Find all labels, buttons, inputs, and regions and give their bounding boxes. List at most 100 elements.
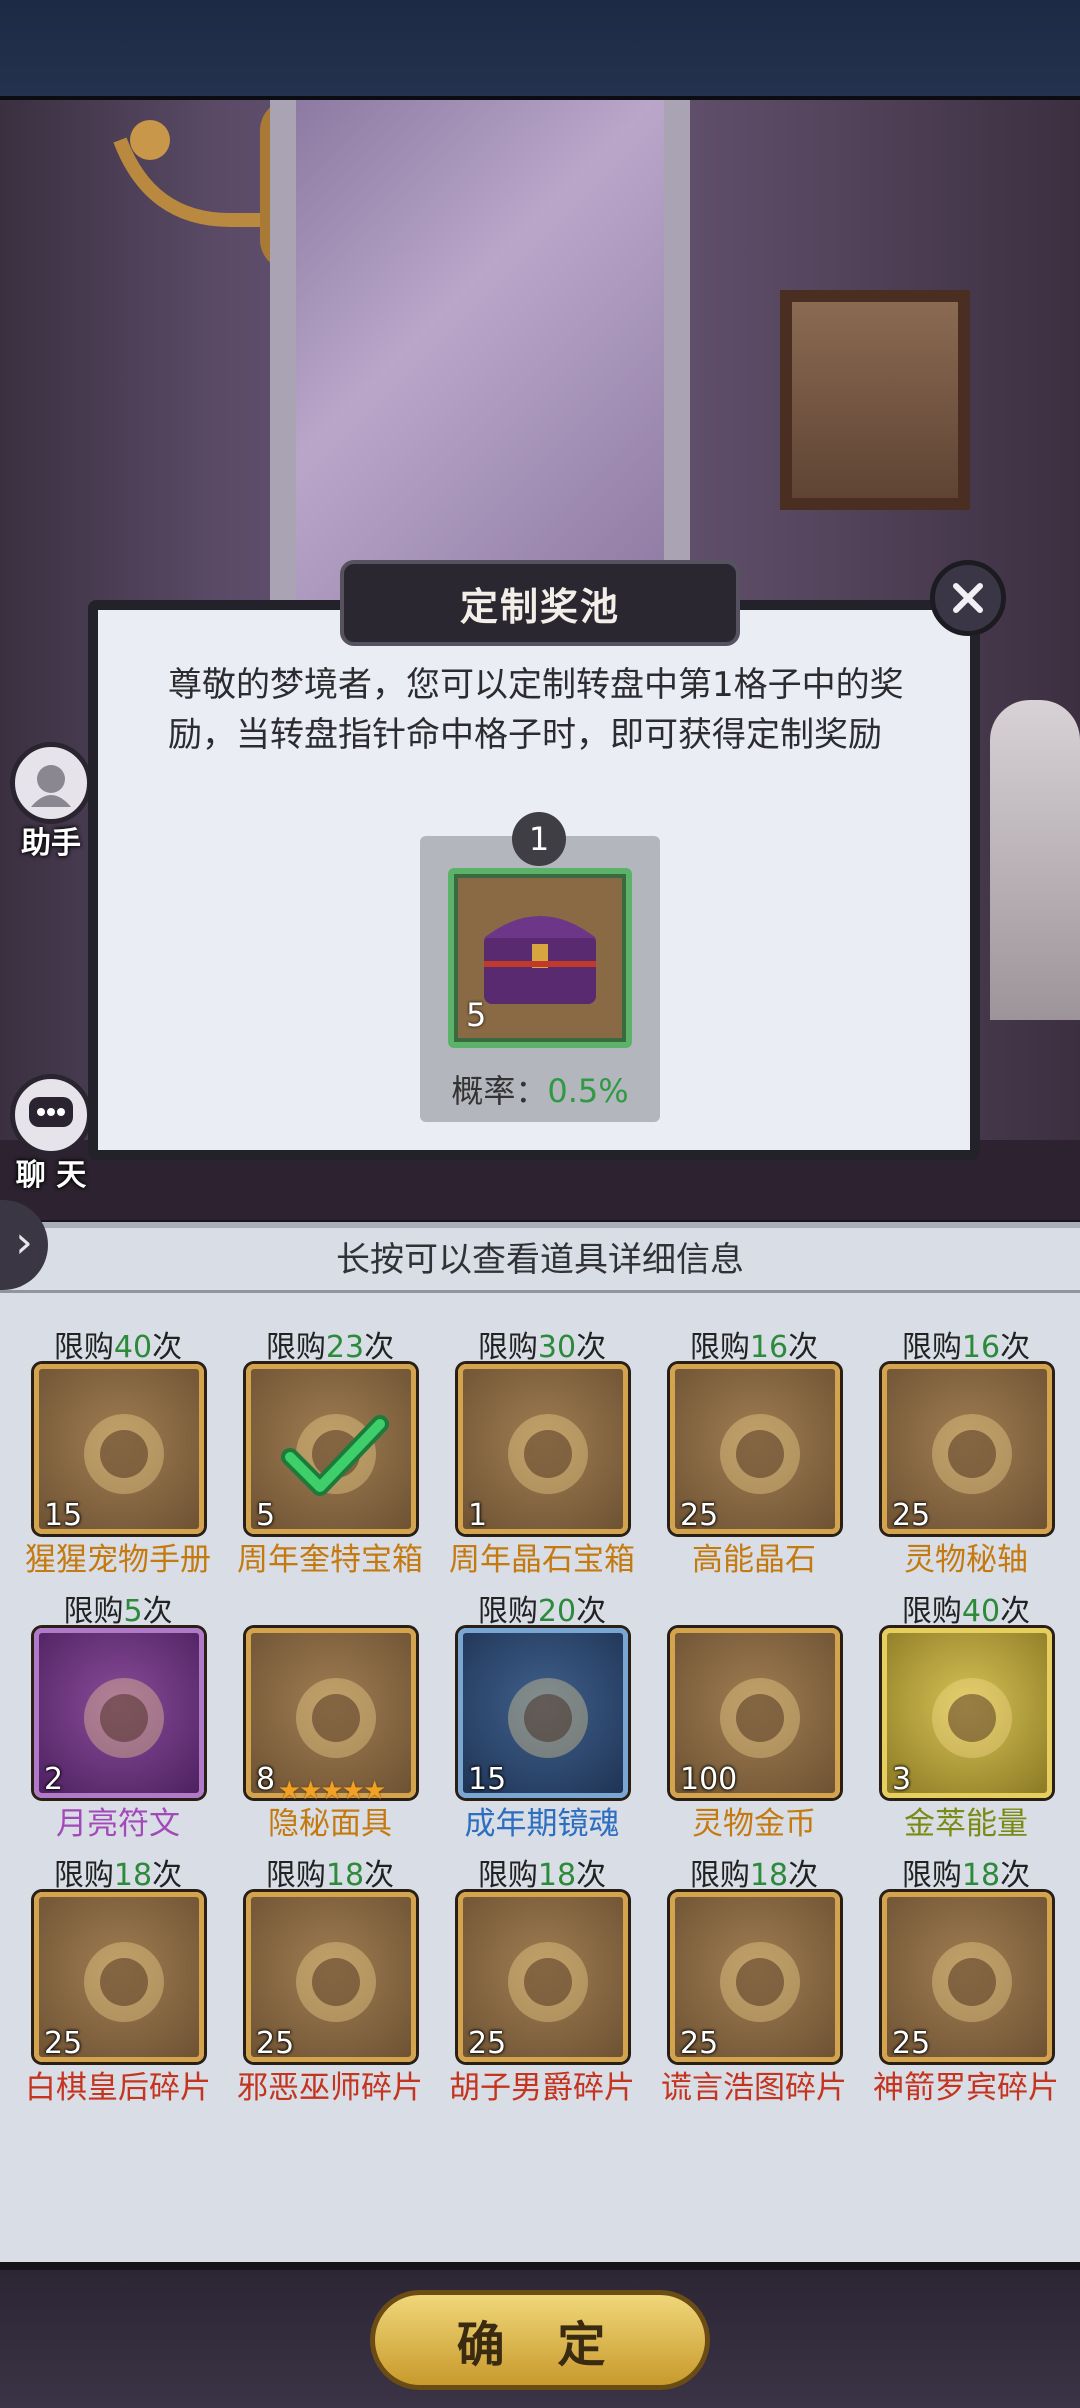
purchase-limit: 限购18次 — [876, 1850, 1056, 1894]
slot-item-count: 5 — [466, 996, 487, 1034]
item-artwork — [932, 1414, 1012, 1494]
limit-prefix: 限购 — [901, 1330, 962, 1365]
limit-number: 5 — [123, 1594, 143, 1629]
item-name: 神箭罗宾碎片 — [873, 2070, 1059, 2106]
purchase-limit: 限购20次 — [452, 1586, 632, 1630]
item-name: 周年晶石宝箱 — [449, 1542, 635, 1578]
item-count: 15 — [44, 1498, 83, 1533]
item-name: 隐秘面具 — [268, 1806, 392, 1842]
purchase-limit: 限购40次 — [876, 1586, 1056, 1630]
purchase-limit: 限购40次 — [28, 1322, 208, 1366]
item-artwork — [84, 1942, 164, 2022]
item-count: 2 — [44, 1762, 64, 1797]
limit-prefix: 限购 — [53, 1858, 114, 1893]
item-artwork — [508, 1942, 588, 2022]
limit-prefix: 限购 — [265, 1330, 326, 1365]
limit-number: 18 — [537, 1858, 577, 1893]
item-count: 25 — [468, 2026, 507, 2061]
limit-suffix: 次 — [364, 1330, 395, 1365]
item-count: 8 — [256, 1762, 276, 1797]
item-artwork — [84, 1678, 164, 1758]
limit-prefix: 限购 — [63, 1594, 124, 1629]
item-name: 成年期镜魂 — [464, 1806, 620, 1842]
assistant-avatar-icon — [10, 742, 92, 824]
item-count: 5 — [256, 1498, 276, 1533]
limit-suffix: 次 — [1000, 1858, 1031, 1893]
item-count: 3 — [892, 1762, 912, 1797]
assistant-label: 助手 — [21, 826, 81, 861]
limit-suffix: 次 — [152, 1858, 183, 1893]
limit-prefix: 限购 — [901, 1594, 962, 1629]
close-icon — [953, 583, 983, 613]
item-count: 25 — [892, 1498, 931, 1533]
limit-number: 18 — [325, 1858, 365, 1893]
limit-suffix: 次 — [576, 1858, 607, 1893]
chat-button[interactable]: 聊 天 — [6, 1074, 96, 1194]
item-name: 白棋皇后碎片 — [25, 2070, 211, 2106]
confirm-label: 确 定 — [456, 2317, 624, 2373]
purchase-limit: 限购5次 — [28, 1586, 208, 1630]
purchase-limit: 限购18次 — [240, 1850, 420, 1894]
limit-number: 20 — [537, 1594, 577, 1629]
item-name: 高能晶石 — [692, 1542, 816, 1578]
item-count: 15 — [468, 1762, 507, 1797]
limit-suffix: 次 — [1000, 1594, 1031, 1629]
portrait-decoration — [780, 290, 970, 510]
top-bar — [0, 0, 1080, 102]
item-name: 胡子男爵碎片 — [449, 2070, 635, 2106]
chat-bubble-icon — [10, 1074, 92, 1156]
item-name: 谎言浩图碎片 — [661, 2070, 847, 2106]
limit-suffix: 次 — [152, 1330, 183, 1365]
slot-rate: 概率：0.5% — [420, 1066, 660, 1112]
assistant-button[interactable]: 助手 — [6, 742, 96, 862]
item-artwork — [720, 1678, 800, 1758]
item-artwork — [508, 1414, 588, 1494]
limit-prefix: 限购 — [477, 1330, 538, 1365]
item-count: 25 — [256, 2026, 295, 2061]
limit-prefix: 限购 — [901, 1858, 962, 1893]
item-name: 灵物金币 — [692, 1806, 816, 1842]
item-count: 25 — [44, 2026, 83, 2061]
checkmark-icon — [281, 1415, 389, 1496]
item-artwork — [932, 1678, 1012, 1758]
limit-number: 18 — [749, 1858, 789, 1893]
item-artwork — [296, 1678, 376, 1758]
limit-number: 16 — [749, 1330, 789, 1365]
purchase-limit: 限购18次 — [664, 1850, 844, 1894]
item-artwork — [932, 1942, 1012, 2022]
item-artwork — [720, 1942, 800, 2022]
limit-suffix: 次 — [576, 1330, 607, 1365]
close-button[interactable] — [930, 560, 1006, 636]
item-name: 周年奎特宝箱 — [237, 1542, 423, 1578]
purchase-limit: 限购18次 — [452, 1850, 632, 1894]
item-count: 25 — [680, 2026, 719, 2061]
item-artwork — [84, 1414, 164, 1494]
limit-number: 23 — [325, 1330, 365, 1365]
dialog-title: 定制奖池 — [459, 584, 620, 629]
limit-prefix: 限购 — [689, 1858, 750, 1893]
dialog-description: 尊敬的梦境者，您可以定制转盘中第1格子中的奖励，当转盘指针命中格子时，即可获得定… — [168, 665, 904, 755]
divider — [0, 1290, 1080, 1293]
rate-value: 0.5% — [547, 1072, 629, 1110]
item-count: 1 — [468, 1498, 488, 1533]
limit-prefix: 限购 — [689, 1330, 750, 1365]
item-count: 25 — [892, 2026, 931, 2061]
purchase-limit: 限购18次 — [28, 1850, 208, 1894]
limit-suffix: 次 — [364, 1858, 395, 1893]
item-name: 猩猩宠物手册 — [25, 1542, 211, 1578]
limit-prefix: 限购 — [477, 1858, 538, 1893]
limit-prefix: 限购 — [477, 1594, 538, 1629]
limit-number: 18 — [113, 1858, 153, 1893]
rate-label: 概率： — [451, 1072, 548, 1110]
confirm-button[interactable]: 确 定 — [370, 2290, 710, 2390]
item-artwork — [720, 1414, 800, 1494]
limit-number: 30 — [537, 1330, 577, 1365]
item-artwork — [508, 1678, 588, 1758]
limit-number: 40 — [961, 1594, 1001, 1629]
item-name: 月亮符文 — [56, 1806, 180, 1842]
purchase-limit: 限购30次 — [452, 1322, 632, 1366]
dialog-title-banner: 定制奖池 — [340, 560, 740, 646]
item-name: 邪恶巫师碎片 — [237, 2070, 423, 2106]
item-name: 金萃能量 — [904, 1806, 1028, 1842]
limit-number: 40 — [113, 1330, 153, 1365]
